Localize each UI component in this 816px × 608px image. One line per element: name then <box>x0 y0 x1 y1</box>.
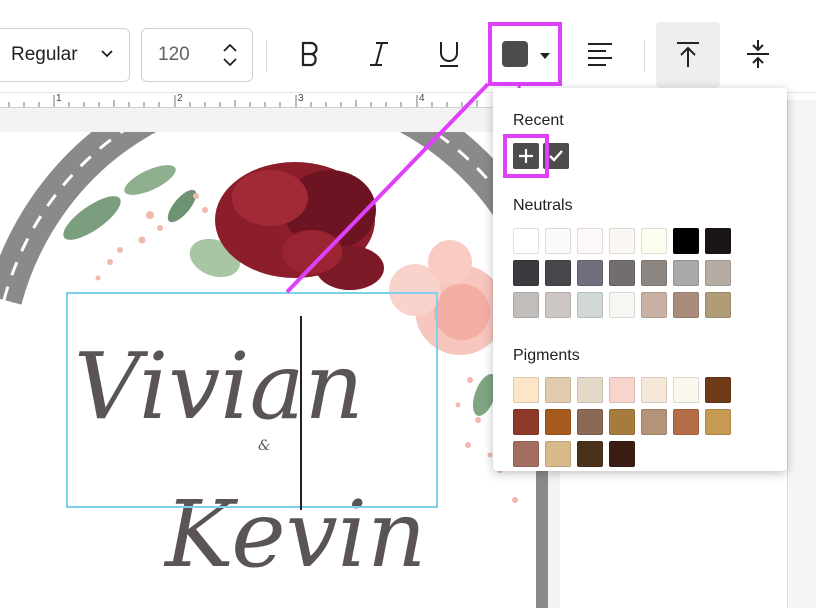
bold-button[interactable] <box>280 24 340 84</box>
toolbar-divider <box>266 40 267 72</box>
pigment-color-swatch[interactable] <box>609 409 635 435</box>
italic-icon <box>370 42 388 66</box>
pigment-color-swatch[interactable] <box>705 409 731 435</box>
neutral-color-swatch[interactable] <box>705 228 731 254</box>
caret-down-icon <box>540 53 550 59</box>
pigment-color-swatch[interactable] <box>545 441 571 467</box>
vertical-align-top-button[interactable] <box>656 22 720 88</box>
neutral-color-swatch[interactable] <box>513 292 539 318</box>
ruler-mark: 4 <box>419 93 425 104</box>
neutral-color-swatch[interactable] <box>545 260 571 286</box>
neutral-color-swatch[interactable] <box>609 228 635 254</box>
align-middle-icon <box>747 40 769 68</box>
pigment-color-swatch[interactable] <box>513 377 539 403</box>
pigment-color-swatch[interactable] <box>513 409 539 435</box>
pigments-grid <box>513 377 731 467</box>
pigment-color-swatch[interactable] <box>545 409 571 435</box>
italic-button[interactable] <box>349 24 409 84</box>
font-weight-dropdown[interactable]: Regular <box>0 28 130 82</box>
neutral-color-swatch[interactable] <box>545 228 571 254</box>
pigment-color-swatch[interactable] <box>577 377 603 403</box>
neutrals-label: Neutrals <box>513 197 573 214</box>
pigment-color-swatch[interactable] <box>609 377 635 403</box>
pigment-color-swatch[interactable] <box>673 409 699 435</box>
underline-button[interactable] <box>419 24 479 84</box>
text-cursor <box>300 316 302 510</box>
neutral-color-swatch[interactable] <box>577 260 603 286</box>
neutral-color-swatch[interactable] <box>705 292 731 318</box>
neutral-color-swatch[interactable] <box>577 228 603 254</box>
neutral-color-swatch[interactable] <box>609 292 635 318</box>
road-vertical <box>536 460 548 608</box>
top-strip <box>0 0 816 19</box>
underline-icon <box>440 42 458 67</box>
toolbar-divider <box>644 40 645 72</box>
neutral-color-swatch[interactable] <box>513 228 539 254</box>
pigment-color-swatch[interactable] <box>641 409 667 435</box>
neutral-color-swatch[interactable] <box>513 260 539 286</box>
align-top-icon <box>677 42 699 67</box>
text-color-button[interactable] <box>488 22 562 86</box>
pigment-color-swatch[interactable] <box>673 377 699 403</box>
add-color-highlight <box>503 134 549 178</box>
neutral-color-swatch[interactable] <box>673 260 699 286</box>
ruler: 1 2 3 4 <box>0 93 495 108</box>
font-size-value: 120 <box>158 44 190 65</box>
text-selection-box[interactable] <box>66 292 438 508</box>
neutral-color-swatch[interactable] <box>641 292 667 318</box>
pigment-color-swatch[interactable] <box>577 441 603 467</box>
color-picker-popup: Recent Neutrals Pigments <box>493 88 787 471</box>
recent-label: Recent <box>513 112 564 129</box>
font-weight-value: Regular <box>11 44 78 65</box>
pigment-color-swatch[interactable] <box>705 377 731 403</box>
neutrals-grid <box>513 228 731 318</box>
neutral-color-swatch[interactable] <box>673 228 699 254</box>
neutral-color-swatch[interactable] <box>609 260 635 286</box>
up-down-icon <box>223 43 237 67</box>
neutral-color-swatch[interactable] <box>545 292 571 318</box>
neutral-color-swatch[interactable] <box>641 260 667 286</box>
pigment-color-swatch[interactable] <box>609 441 635 467</box>
neutral-color-swatch[interactable] <box>577 292 603 318</box>
pigment-color-swatch[interactable] <box>545 377 571 403</box>
pigment-color-swatch[interactable] <box>641 377 667 403</box>
check-icon <box>549 150 563 162</box>
burgundy-roses <box>215 162 384 290</box>
neutral-color-swatch[interactable] <box>641 228 667 254</box>
neutral-color-swatch[interactable] <box>673 292 699 318</box>
vertical-align-middle-button[interactable] <box>728 24 788 84</box>
ruler-mark: 2 <box>177 93 183 104</box>
chevron-down-icon <box>101 50 113 58</box>
current-color-swatch <box>502 41 528 67</box>
align-left-icon <box>588 43 612 66</box>
bold-icon <box>301 41 318 67</box>
pigment-color-swatch[interactable] <box>513 441 539 467</box>
align-button[interactable] <box>570 24 630 84</box>
neutral-color-swatch[interactable] <box>705 260 731 286</box>
text-toolbar: Regular 120 <box>0 18 816 93</box>
ruler-mark: 3 <box>298 93 304 104</box>
pigment-color-swatch[interactable] <box>577 409 603 435</box>
side-panel <box>787 100 816 608</box>
pigments-label: Pigments <box>513 347 580 364</box>
font-size-stepper[interactable]: 120 <box>141 28 253 82</box>
ruler-mark: 1 <box>56 93 62 104</box>
